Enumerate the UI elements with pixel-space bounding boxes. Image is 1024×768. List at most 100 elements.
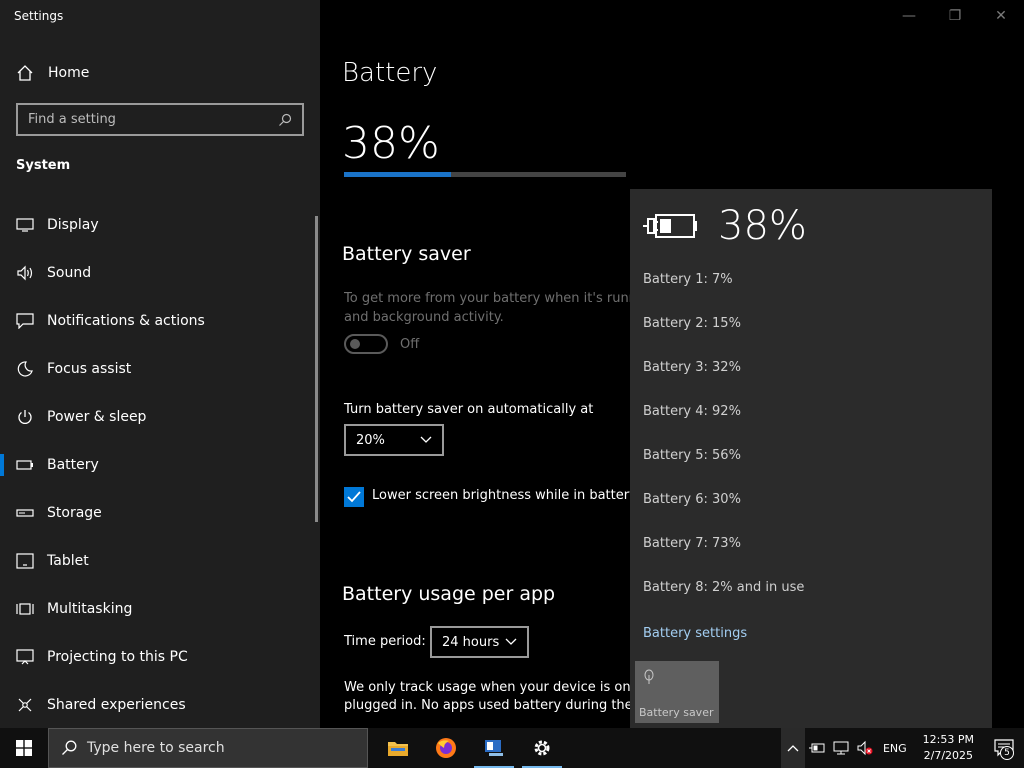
volume-tray-button[interactable] [853,728,877,768]
battery-saver-toggle-state: Off [400,337,420,352]
gear-icon [534,740,550,756]
taskbar-search-placeholder: Type here to search [87,740,225,756]
sidebar-scrollbar[interactable] [315,216,318,522]
battery-saver-description: To get more from your battery when it's … [344,289,644,327]
app-title: Settings [14,9,64,23]
dropdown-value: 24 hours [442,634,500,650]
sidebar-item-label: Focus assist [47,361,132,377]
sidebar-item-notifications[interactable]: Notifications & actions [0,297,316,345]
network-tray-button[interactable] [829,728,853,768]
description-line: To get more from your battery when it's … [344,291,644,306]
volume-muted-icon [857,740,873,756]
battery-usage-heading: Battery usage per app [342,583,556,605]
network-icon [833,741,849,755]
battery-list-item: Battery 5: 56% [643,448,741,463]
sidebar-item-focus-assist[interactable]: Focus assist [0,345,316,393]
sidebar-item-battery[interactable]: Battery [0,441,316,489]
minimize-button[interactable]: — [886,0,932,32]
sidebar-item-label: Tablet [47,553,89,569]
description-line: and background activity. [344,310,504,325]
start-button[interactable] [0,728,48,768]
flyout-battery-percent: 38% [718,203,807,249]
firefox-icon [436,738,456,758]
sidebar-item-label: Notifications & actions [47,313,205,329]
sidebar-item-label: Sound [47,265,92,281]
find-setting-search-box[interactable] [16,103,304,136]
battery-list-item: Battery 7: 73% [643,536,741,551]
time-period-label: Time period: [344,634,426,649]
restore-button[interactable]: ❐ [932,0,978,32]
show-hidden-icons-button[interactable] [780,728,805,768]
settings-sidebar: Settings Home System Display Sound Notif… [0,0,320,728]
page-title: Battery [342,58,438,88]
sidebar-item-label: Power & sleep [47,409,147,425]
dropdown-value: 20% [356,432,385,448]
battery-saver-heading: Battery saver [342,243,471,265]
search-icon[interactable] [278,113,292,127]
flyout-header: 38% [642,203,807,249]
battery-saver-leaf-icon [644,669,654,684]
close-button[interactable]: ✕ [978,0,1024,32]
firefox-taskbar-button[interactable] [422,728,470,768]
battery-saver-quick-tile[interactable]: Battery saver [635,661,719,723]
shared-icon [16,696,34,714]
sidebar-item-display[interactable]: Display [0,201,316,249]
power-icon [16,408,34,426]
taskbar-search-box[interactable]: Type here to search [48,728,368,768]
multitasking-icon [16,600,34,618]
sidebar-item-sound[interactable]: Sound [0,249,316,297]
battery-tray-button[interactable] [805,728,829,768]
app-taskbar-button[interactable] [470,728,518,768]
battery-level-bar [344,172,626,177]
windows-logo-icon [16,740,32,756]
auto-saver-label: Turn battery saver on automatically at [344,402,594,417]
taskbar-clock[interactable]: 12:53 PM 2/7/2025 [913,732,984,764]
battery-saver-tile-label: Battery saver [639,706,714,719]
system-tray: ENG 12:53 PM 2/7/2025 5 [780,728,1024,768]
home-nav-item[interactable]: Home [16,62,89,84]
file-explorer-taskbar-button[interactable] [374,728,422,768]
sidebar-item-shared-experiences[interactable]: Shared experiences [0,681,316,729]
display-icon [16,216,34,234]
home-label: Home [48,65,90,81]
home-icon [17,65,33,81]
lower-brightness-checkbox[interactable] [344,487,364,507]
notifications-icon [16,312,34,330]
sound-icon [16,264,34,282]
sidebar-item-power-sleep[interactable]: Power & sleep [0,393,316,441]
taskbar: Type here to search ENG 12:53 PM 2/7/202… [0,728,1024,768]
battery-list-item: Battery 1: 7% [643,272,733,287]
usage-tracking-note: We only track usage when your device is … [344,679,634,715]
sidebar-item-projecting[interactable]: Projecting to this PC [0,633,316,681]
language-indicator[interactable]: ENG [877,728,913,768]
battery-level-fill [344,172,452,177]
battery-flyout: 38% Battery 1: 7% Battery 2: 15% Battery… [630,189,992,728]
battery-icon [16,456,34,474]
section-label-system: System [16,158,71,173]
battery-settings-link[interactable]: Battery settings [643,626,747,641]
settings-taskbar-button[interactable] [518,728,566,768]
action-center-button[interactable]: 5 [984,728,1024,768]
sidebar-item-label: Projecting to this PC [47,649,188,665]
chevron-up-icon [787,745,799,752]
sidebar-item-label: Storage [47,505,102,521]
find-setting-input[interactable] [28,112,278,127]
auto-saver-threshold-dropdown[interactable]: 20% [344,424,444,456]
time-period-dropdown[interactable]: 24 hours [430,626,529,658]
battery-list-item: Battery 3: 32% [643,360,741,375]
sidebar-item-storage[interactable]: Storage [0,489,316,537]
battery-saver-toggle[interactable] [344,334,388,354]
sidebar-item-tablet[interactable]: Tablet [0,537,316,585]
taskbar-apps [374,728,566,768]
sidebar-item-label: Multitasking [47,601,133,617]
projecting-icon [16,648,34,666]
sidebar-item-multitasking[interactable]: Multitasking [0,585,316,633]
sidebar-nav: Display Sound Notifications & actions Fo… [0,201,316,729]
sidebar-item-label: Display [47,217,99,233]
plugged-battery-icon [808,743,825,753]
tablet-icon [16,552,34,570]
battery-percent: 38% [342,118,440,169]
battery-list-item: Battery 4: 92% [643,404,741,419]
checkmark-icon [347,491,361,503]
battery-list-item: Battery 6: 30% [643,492,741,507]
